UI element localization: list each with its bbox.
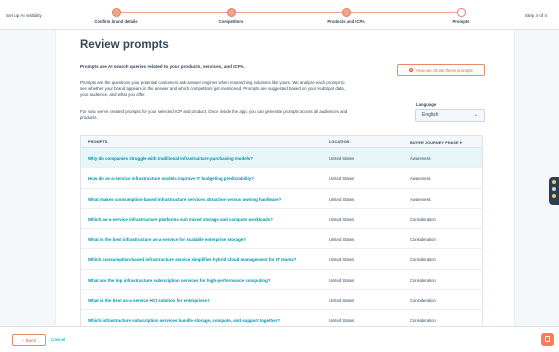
location-cell: United States: [329, 216, 355, 222]
filter-icon[interactable]: ▾: [460, 141, 462, 145]
step-complete-icon: [111, 8, 121, 17]
step-prompts[interactable]: Prompts: [421, 8, 501, 24]
table-row[interactable]: What is the best as-a-service HCI soluti…: [81, 290, 482, 311]
column-header-prompts[interactable]: Prompts: [88, 140, 107, 144]
setup-title: Set up AI visibility: [6, 13, 42, 18]
chat-button[interactable]: [541, 333, 554, 346]
cancel-link[interactable]: Cancel: [51, 337, 65, 342]
table-row[interactable]: Which as-a-service infrastructure platfo…: [81, 209, 482, 230]
footer-bar: ‹ Back Cancel: [0, 326, 559, 352]
table-row[interactable]: How do as-a-service infrastructure model…: [81, 168, 482, 189]
prompt-link[interactable]: What are the top infrastructure subscrip…: [88, 278, 270, 283]
location-cell: United States: [329, 196, 355, 202]
table-row[interactable]: What is the best infrastructure as-a-ser…: [81, 229, 482, 250]
prompts-table: Prompts Location Buyer journey phase ▾ W…: [80, 135, 483, 352]
location-cell: United States: [329, 237, 355, 243]
prompt-link[interactable]: Why do companies struggle with tradition…: [88, 156, 253, 161]
chat-icon: [545, 336, 550, 342]
table-row[interactable]: Which consumption-based infrastructure s…: [81, 249, 482, 270]
phase-cell: Awareness: [410, 196, 431, 202]
phase-cell: Consideration: [410, 277, 436, 283]
prompt-link[interactable]: What is the best as-a-service HCI soluti…: [88, 298, 210, 303]
location-cell: United States: [329, 277, 355, 283]
prompt-link[interactable]: What is the best infrastructure as-a-ser…: [88, 237, 246, 242]
status-dot-icon: [552, 187, 556, 191]
phase-cell: Awareness: [410, 176, 431, 182]
note-text: For now, we've created prompts for your …: [80, 109, 348, 121]
location-cell: United States: [329, 156, 355, 161]
prompt-link[interactable]: Which consumption-based infrastructure s…: [88, 257, 296, 262]
description-text: Prompts are the questions your potential…: [80, 80, 345, 98]
prompt-link[interactable]: What makes consumption-based infrastruct…: [88, 197, 281, 202]
column-header-buyer-journey-phase[interactable]: Buyer journey phase ▾: [410, 140, 462, 145]
step-counter: Step 4 of 4: [524, 13, 547, 18]
status-dot-icon: [552, 194, 556, 198]
setup-header: Set up AI visibility Confirm brand detai…: [0, 0, 559, 30]
prompt-link[interactable]: How do as-a-service infrastructure model…: [88, 176, 254, 181]
table-row[interactable]: Why do companies struggle with tradition…: [81, 148, 482, 169]
phase-cell: Awareness: [410, 156, 431, 161]
step-current-icon: [456, 8, 466, 17]
step-label: Products and ICPs: [327, 19, 365, 24]
how-we-chose-label: How we chose these prompts: [416, 67, 473, 73]
phase-cell: Consideration: [410, 216, 436, 222]
location-cell: United States: [329, 176, 355, 182]
column-header-label: Buyer journey phase: [410, 141, 459, 145]
status-dot-icon: [552, 180, 556, 184]
step-label: Prompts: [452, 19, 470, 24]
step-products-and-icps[interactable]: Products and ICPs: [306, 8, 386, 24]
step-label: Competitors: [218, 19, 244, 24]
table-header: Prompts Location Buyer journey phase ▾: [81, 136, 482, 148]
language-select[interactable]: English ⌄: [415, 109, 485, 122]
language-label: Language: [416, 102, 437, 107]
column-header-location[interactable]: Location: [329, 140, 349, 144]
step-confirm-brand-details[interactable]: Confirm brand details: [76, 8, 156, 24]
chevron-left-icon: ‹: [22, 337, 24, 343]
location-cell: United States: [329, 318, 355, 324]
step-label: Confirm brand details: [94, 19, 138, 24]
back-label: Back: [25, 337, 36, 343]
intro-text: Prompts are AI search queries related to…: [80, 64, 245, 69]
prompt-link[interactable]: Which infrastructure subscription servic…: [88, 318, 280, 323]
language-value: English: [422, 112, 439, 118]
back-button[interactable]: ‹ Back: [12, 334, 46, 346]
play-circle-icon: ▶: [409, 68, 414, 72]
chevron-down-icon: ⌄: [473, 112, 478, 118]
how-we-chose-button[interactable]: ▶ How we chose these prompts: [397, 64, 485, 76]
location-cell: United States: [329, 257, 355, 263]
side-toolbar[interactable]: [549, 177, 559, 205]
table-row[interactable]: What makes consumption-based infrastruct…: [81, 189, 482, 209]
progress-track: [116, 12, 461, 13]
step-competitors[interactable]: Competitors: [191, 8, 271, 24]
location-cell: United States: [329, 298, 355, 304]
step-complete-icon: [226, 8, 236, 17]
phase-cell: Consideration: [410, 257, 436, 263]
phase-cell: Consideration: [410, 237, 436, 243]
page-title: Review prompts: [80, 39, 169, 51]
phase-cell: Consideration: [410, 298, 436, 304]
table-row[interactable]: What are the top infrastructure subscrip…: [81, 270, 482, 291]
step-complete-icon: [341, 8, 351, 17]
prompt-link[interactable]: Which as-a-service infrastructure platfo…: [88, 217, 273, 222]
phase-cell: Consideration: [410, 318, 436, 324]
